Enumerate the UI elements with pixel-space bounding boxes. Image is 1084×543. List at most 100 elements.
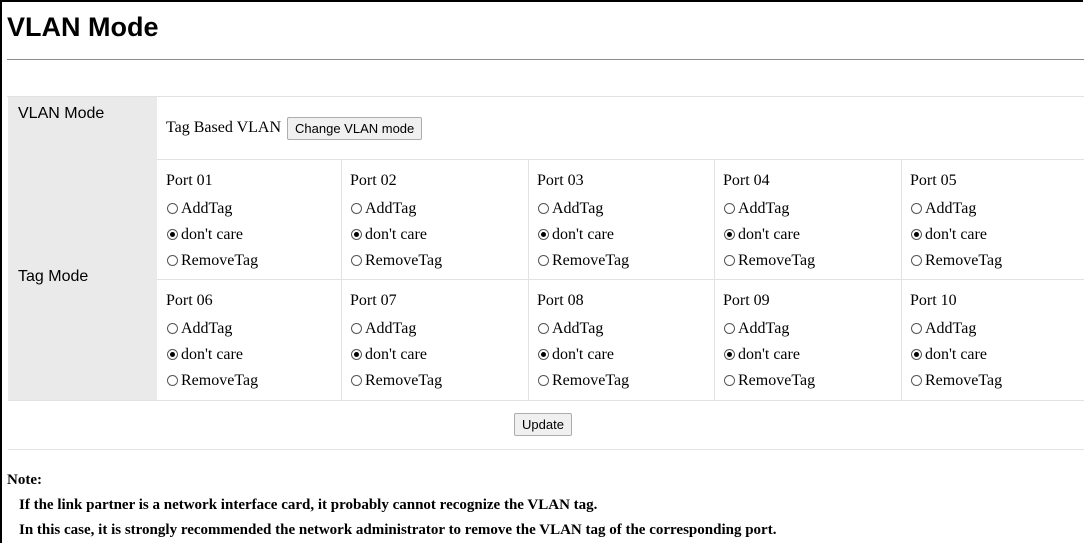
radio-button[interactable] <box>538 228 549 240</box>
radio-button[interactable] <box>911 322 922 334</box>
port-cell: Port 01 AddTag don't care RemoveTag <box>166 170 258 273</box>
radio-button[interactable] <box>351 228 362 240</box>
option-label: don't care <box>552 225 614 243</box>
radio-button[interactable] <box>167 374 178 386</box>
note-line: In this case, it is strongly recommended… <box>19 522 777 538</box>
radio-button[interactable] <box>351 254 362 266</box>
radio-button[interactable] <box>538 202 549 214</box>
port-name: Port 01 <box>166 172 213 189</box>
option-label: RemoveTag <box>738 371 816 389</box>
radio-button[interactable] <box>724 374 735 386</box>
radio-button[interactable] <box>351 374 362 386</box>
radio-button[interactable] <box>538 348 549 360</box>
tag-option[interactable]: RemoveTag <box>537 247 629 273</box>
tag-option[interactable]: RemoveTag <box>166 367 258 393</box>
tag-option[interactable]: RemoveTag <box>723 367 815 393</box>
title-divider <box>7 59 1084 60</box>
vlan-mode-label: VLAN Mode <box>18 105 105 122</box>
tag-option[interactable]: AddTag <box>723 195 815 221</box>
tag-option[interactable]: RemoveTag <box>537 367 629 393</box>
tag-option[interactable]: RemoveTag <box>350 367 442 393</box>
tag-option[interactable]: don't care <box>537 221 629 247</box>
option-label: RemoveTag <box>552 251 630 269</box>
tag-option[interactable]: AddTag <box>166 315 258 341</box>
update-button[interactable]: Update <box>514 412 572 436</box>
radio-button[interactable] <box>538 374 549 386</box>
tag-option[interactable]: AddTag <box>910 315 1002 341</box>
tag-option[interactable]: RemoveTag <box>910 247 1002 273</box>
option-label: RemoveTag <box>181 371 259 389</box>
radio-button[interactable] <box>724 228 735 240</box>
option-label: don't care <box>365 225 427 243</box>
note-line: If the link partner is a network interfa… <box>19 497 598 513</box>
tag-option[interactable]: AddTag <box>350 315 442 341</box>
tag-option[interactable]: don't care <box>537 341 629 367</box>
radio-button[interactable] <box>911 374 922 386</box>
tag-option[interactable]: AddTag <box>537 315 629 341</box>
radio-button[interactable] <box>724 322 735 334</box>
port-cell: Port 04 AddTag don't care RemoveTag <box>723 170 815 273</box>
radio-button[interactable] <box>911 202 922 214</box>
grid-line <box>714 159 715 400</box>
radio-button[interactable] <box>538 254 549 266</box>
option-label: RemoveTag <box>925 371 1003 389</box>
port-cell: Port 02 AddTag don't care RemoveTag <box>350 170 442 273</box>
tag-option[interactable]: don't care <box>166 341 258 367</box>
option-label: AddTag <box>738 199 790 217</box>
option-label: RemoveTag <box>552 371 630 389</box>
port-name: Port 07 <box>350 292 397 309</box>
option-label: AddTag <box>365 319 417 337</box>
tag-option[interactable]: don't care <box>910 341 1002 367</box>
port-name: Port 05 <box>910 172 957 189</box>
tag-option[interactable]: don't care <box>723 341 815 367</box>
port-name: Port 03 <box>537 172 584 189</box>
option-label: RemoveTag <box>925 251 1003 269</box>
radio-button[interactable] <box>724 348 735 360</box>
radio-button[interactable] <box>911 228 922 240</box>
radio-button[interactable] <box>724 202 735 214</box>
tag-option[interactable]: RemoveTag <box>350 247 442 273</box>
change-vlan-mode-button[interactable]: Change VLAN mode <box>287 116 423 140</box>
radio-button[interactable] <box>167 254 178 266</box>
radio-button[interactable] <box>167 228 178 240</box>
grid-line <box>528 159 529 400</box>
option-label: RemoveTag <box>181 251 259 269</box>
option-label: AddTag <box>738 319 790 337</box>
option-label: don't care <box>925 345 987 363</box>
tag-option[interactable]: don't care <box>723 221 815 247</box>
radio-button[interactable] <box>538 322 549 334</box>
port-cell: Port 07 AddTag don't care RemoveTag <box>350 290 442 393</box>
tag-option[interactable]: AddTag <box>723 315 815 341</box>
grid-line <box>157 159 1084 160</box>
tag-option[interactable]: AddTag <box>537 195 629 221</box>
tag-option[interactable]: don't care <box>910 221 1002 247</box>
option-label: AddTag <box>552 199 604 217</box>
update-row: Update <box>8 400 1084 450</box>
option-label: don't care <box>365 345 427 363</box>
radio-button[interactable] <box>911 348 922 360</box>
tag-option[interactable]: AddTag <box>166 195 258 221</box>
tag-option[interactable]: don't care <box>350 221 442 247</box>
radio-button[interactable] <box>911 254 922 266</box>
grid-line <box>341 159 342 400</box>
option-label: don't care <box>181 225 243 243</box>
radio-button[interactable] <box>351 348 362 360</box>
port-name: Port 06 <box>166 292 213 309</box>
tag-option[interactable]: AddTag <box>350 195 442 221</box>
tag-option[interactable]: RemoveTag <box>723 247 815 273</box>
radio-button[interactable] <box>351 322 362 334</box>
radio-button[interactable] <box>351 202 362 214</box>
radio-button[interactable] <box>167 348 178 360</box>
tag-option[interactable]: don't care <box>350 341 442 367</box>
tag-option[interactable]: RemoveTag <box>910 367 1002 393</box>
radio-button[interactable] <box>167 322 178 334</box>
tag-option[interactable]: RemoveTag <box>166 247 258 273</box>
port-name: Port 09 <box>723 292 770 309</box>
port-cell: Port 06 AddTag don't care RemoveTag <box>166 290 258 393</box>
radio-button[interactable] <box>167 202 178 214</box>
tag-option[interactable]: don't care <box>166 221 258 247</box>
option-label: don't care <box>925 225 987 243</box>
radio-button[interactable] <box>724 254 735 266</box>
tag-option[interactable]: AddTag <box>910 195 1002 221</box>
port-cell: Port 10 AddTag don't care RemoveTag <box>910 290 1002 393</box>
